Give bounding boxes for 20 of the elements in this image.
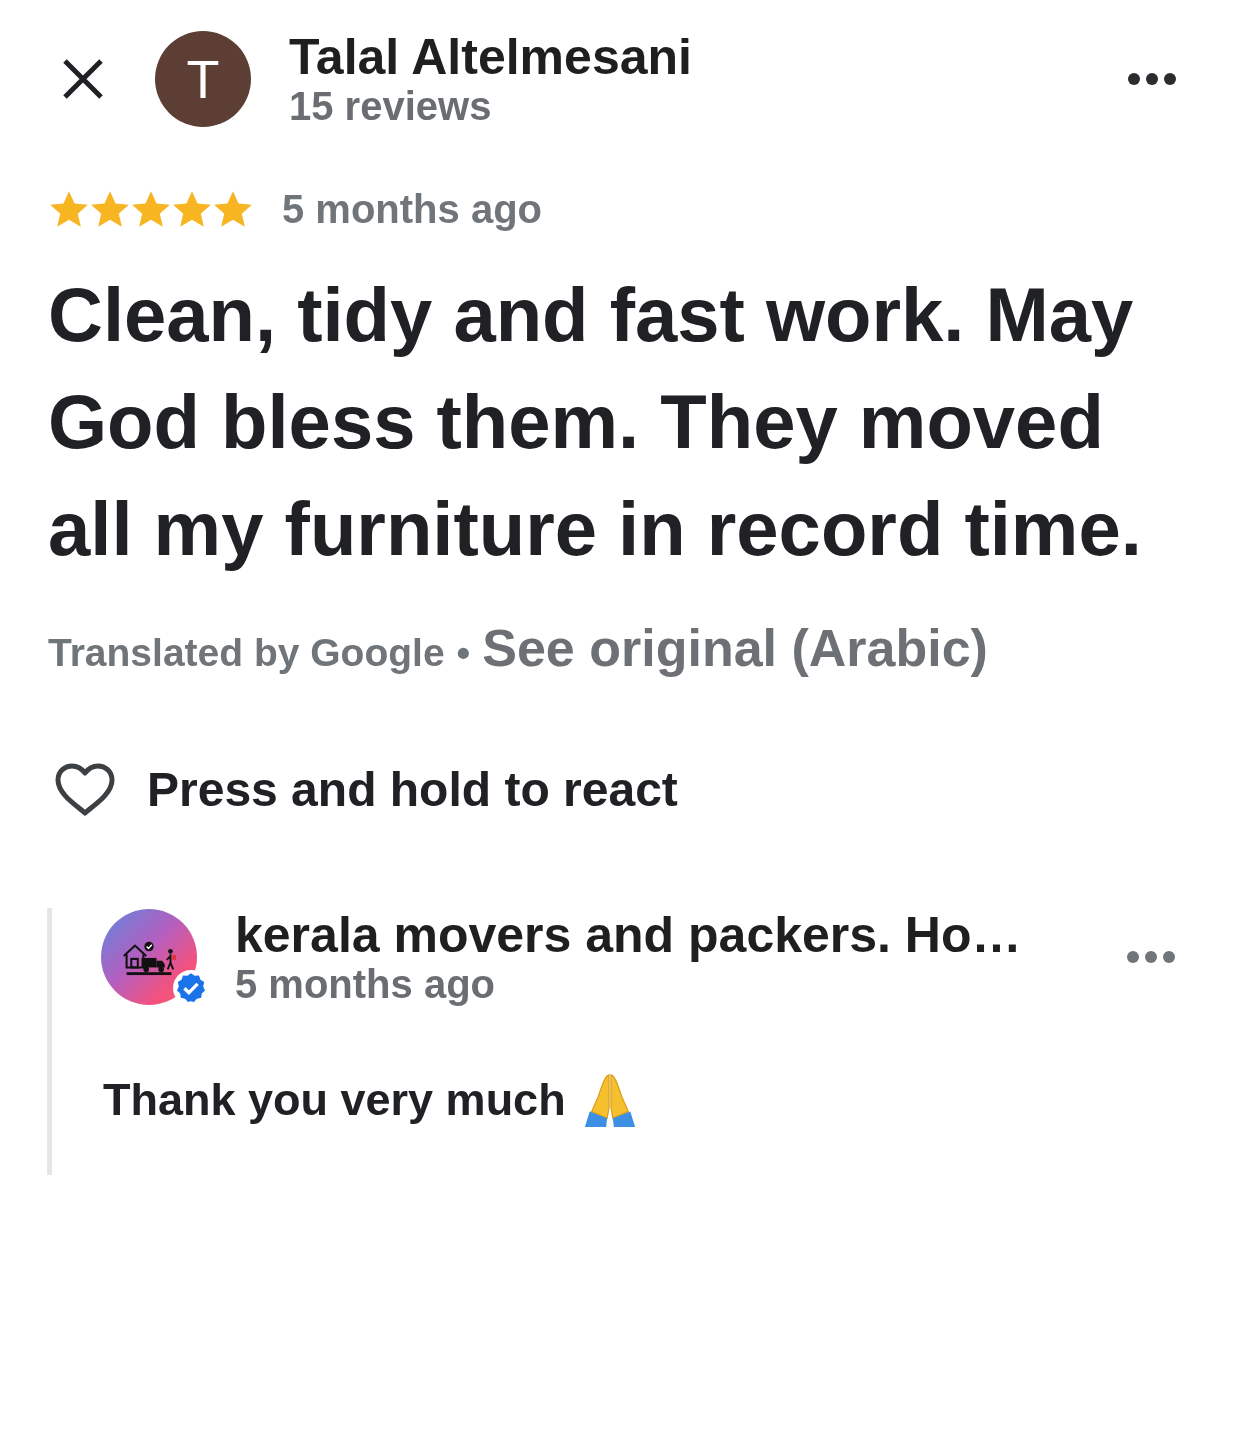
see-original-link[interactable]: See original (Arabic) <box>482 618 988 678</box>
star-icon <box>132 191 170 227</box>
star-icon <box>91 191 129 227</box>
react-button[interactable]: Press and hold to react <box>55 762 678 817</box>
star-icon <box>173 191 211 227</box>
review-text: Clean, tidy and fast work. May God bless them. They moved all my furniture in record time. <box>48 271 1143 573</box>
review-time: 5 months ago <box>282 186 543 232</box>
reply-text: Thank you very much <box>103 1074 566 1126</box>
translation-note: Translated by Google <box>48 631 445 675</box>
reply-time: 5 months ago <box>235 962 497 1006</box>
reviewer-name[interactable]: Talal Altelmesani <box>289 30 692 84</box>
star-icon <box>214 191 252 227</box>
heart-icon <box>55 762 115 817</box>
user-avatar[interactable]: T <box>155 31 251 127</box>
separator-dot: • <box>456 631 471 675</box>
star-icon <box>50 191 88 227</box>
owner-name[interactable]: kerala movers and packers. Ho… <box>235 908 1022 962</box>
close-icon[interactable] <box>62 58 104 100</box>
more-icon[interactable] <box>1128 73 1176 85</box>
review-count: 15 reviews <box>289 84 493 128</box>
